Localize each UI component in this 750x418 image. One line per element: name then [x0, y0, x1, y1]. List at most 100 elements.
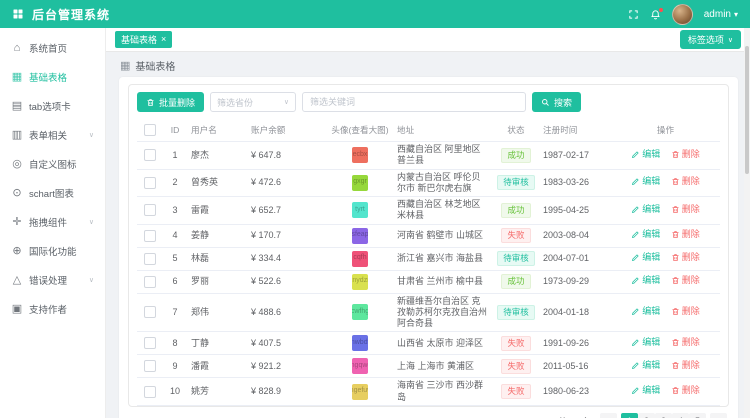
chevron-down-icon: ∨	[89, 131, 94, 139]
avatar-thumbnail[interactable]: cwfhg	[352, 304, 368, 320]
row-checkbox[interactable]	[144, 177, 156, 189]
avatar-thumbnail[interactable]: ecbx	[352, 147, 368, 163]
scrollbar[interactable]	[744, 28, 750, 418]
page-button-5[interactable]: 5	[689, 413, 706, 418]
batch-delete-button[interactable]: 批量删除	[137, 92, 204, 112]
avatar-thumbnail[interactable]: mgqwd	[352, 358, 368, 374]
avatar-thumbnail[interactable]: sfeap	[352, 228, 368, 244]
table-row: 10 姚芳 ¥ 828.9 mgefuw 海南省 三沙市 西沙群岛 失败 198…	[137, 378, 720, 406]
sidebar-item-drag[interactable]: ✛ 拖拽组件 ∨	[0, 207, 105, 236]
edit-button[interactable]: 编辑	[631, 360, 660, 371]
pencil-icon	[631, 230, 640, 239]
warning-icon: △	[11, 273, 23, 286]
avatar-thumbnail[interactable]: tyrt	[352, 202, 368, 218]
row-checkbox[interactable]	[144, 386, 156, 398]
avatar-thumbnail[interactable]: fnwbdv	[352, 335, 368, 351]
pencil-icon	[631, 386, 640, 395]
avatar-thumbnail[interactable]: cqfh	[352, 251, 368, 267]
cell-register-date: 2011-05-16	[539, 355, 611, 378]
edit-button[interactable]: 编辑	[631, 149, 660, 160]
row-checkbox[interactable]	[144, 230, 156, 242]
delete-button[interactable]: 删除	[671, 176, 700, 187]
sidebar-item-schart[interactable]: ⊙ schart图表	[0, 178, 105, 207]
user-menu[interactable]: admin ▾	[704, 9, 738, 20]
avatar-thumbnail[interactable]: mgefuw	[352, 384, 368, 400]
column-header: 账户余额	[247, 119, 327, 142]
edit-button[interactable]: 编辑	[631, 306, 660, 317]
select-all-checkbox[interactable]	[144, 124, 156, 136]
trash-icon	[671, 361, 680, 370]
delete-button[interactable]: 删除	[671, 204, 700, 215]
sidebar-item-i18n[interactable]: ⊕ 国际化功能	[0, 236, 105, 265]
chevron-down-icon: ∨	[89, 276, 94, 284]
sidebar-item-home[interactable]: ⌂ 系统首页	[0, 33, 105, 62]
cell-address: 内蒙古自治区 呼伦贝尔市 新巴尔虎右旗	[393, 169, 493, 197]
fullscreen-icon[interactable]	[628, 9, 639, 20]
delete-button[interactable]: 删除	[671, 252, 700, 263]
cell-balance: ¥ 488.6	[247, 293, 327, 332]
edit-button[interactable]: 编辑	[631, 176, 660, 187]
row-checkbox[interactable]	[144, 204, 156, 216]
keyword-input[interactable]	[302, 92, 526, 112]
page-button-3[interactable]: 3	[655, 413, 672, 418]
sidebar-item-donate[interactable]: ▣ 支持作者	[0, 294, 105, 323]
avatar-thumbnail[interactable]: xnydzn	[352, 274, 368, 290]
page-button-2[interactable]: 2	[638, 413, 655, 418]
chevron-down-icon: ∨	[728, 36, 733, 44]
close-icon[interactable]: ×	[161, 35, 166, 44]
cell-id: 5	[163, 247, 187, 270]
row-checkbox[interactable]	[144, 360, 156, 372]
delete-button[interactable]: 删除	[671, 306, 700, 317]
row-checkbox[interactable]	[144, 149, 156, 161]
delete-button[interactable]: 删除	[671, 275, 700, 286]
pencil-icon	[631, 253, 640, 262]
user-avatar[interactable]	[672, 4, 693, 25]
row-checkbox[interactable]	[144, 337, 156, 349]
edit-button[interactable]: 编辑	[631, 275, 660, 286]
chevron-down-icon: ∨	[89, 218, 94, 226]
cell-username: 潘霞	[187, 355, 247, 378]
sidebar-item-error[interactable]: △ 错误处理 ∨	[0, 265, 105, 294]
status-badge: 失败	[501, 336, 530, 351]
sidebar-item-tab[interactable]: ▤ tab选项卡	[0, 91, 105, 120]
province-select[interactable]: 筛选省份 ∨	[210, 92, 296, 112]
status-badge: 失败	[501, 384, 530, 399]
scrollbar-thumb[interactable]	[745, 46, 749, 174]
row-checkbox[interactable]	[144, 306, 156, 318]
edit-button[interactable]: 编辑	[631, 204, 660, 215]
pencil-icon	[631, 150, 640, 159]
delete-button[interactable]: 删除	[671, 337, 700, 348]
sidebar-item-form[interactable]: ▥ 表单相关 ∨	[0, 120, 105, 149]
status-badge: 待审核	[497, 305, 535, 320]
edit-button[interactable]: 编辑	[631, 252, 660, 263]
chevron-down-icon: ▾	[734, 10, 738, 19]
page-button-4[interactable]: 4	[672, 413, 689, 418]
cell-username: 姚芳	[187, 378, 247, 406]
delete-button[interactable]: 删除	[671, 385, 700, 396]
sidebar-item-custom-icon[interactable]: ◎ 自定义图标	[0, 149, 105, 178]
cell-actions: 编辑 删除	[611, 293, 720, 332]
avatar-thumbnail[interactable]: gxgr	[352, 175, 368, 191]
search-button[interactable]: 搜索	[532, 92, 581, 112]
pencil-icon	[631, 205, 640, 214]
edit-button[interactable]: 编辑	[631, 337, 660, 348]
sidebar-item-basic-table[interactable]: ▦ 基础表格	[0, 62, 105, 91]
row-checkbox[interactable]	[144, 253, 156, 265]
edit-button[interactable]: 编辑	[631, 229, 660, 240]
table-row: 8 丁静 ¥ 407.5 fnwbdv 山西省 太原市 迎泽区 失败 1991-…	[137, 332, 720, 355]
cell-address: 西藏自治区 阿里地区 普兰县	[393, 142, 493, 170]
delete-button[interactable]: 删除	[671, 149, 700, 160]
cell-id: 8	[163, 332, 187, 355]
cell-balance: ¥ 407.5	[247, 332, 327, 355]
row-checkbox[interactable]	[144, 276, 156, 288]
edit-button[interactable]: 编辑	[631, 385, 660, 396]
tab-basic-table[interactable]: 基础表格 ×	[115, 31, 172, 48]
delete-button[interactable]: 删除	[671, 229, 700, 240]
page-button-1[interactable]: 1	[621, 413, 638, 418]
bell-icon[interactable]	[650, 9, 661, 20]
delete-button[interactable]: 删除	[671, 360, 700, 371]
prev-page-button[interactable]: ‹	[600, 413, 617, 418]
tag-options-button[interactable]: 标签选项 ∨	[680, 30, 741, 49]
username: admin	[704, 9, 731, 20]
next-page-button[interactable]: ›	[710, 413, 727, 418]
